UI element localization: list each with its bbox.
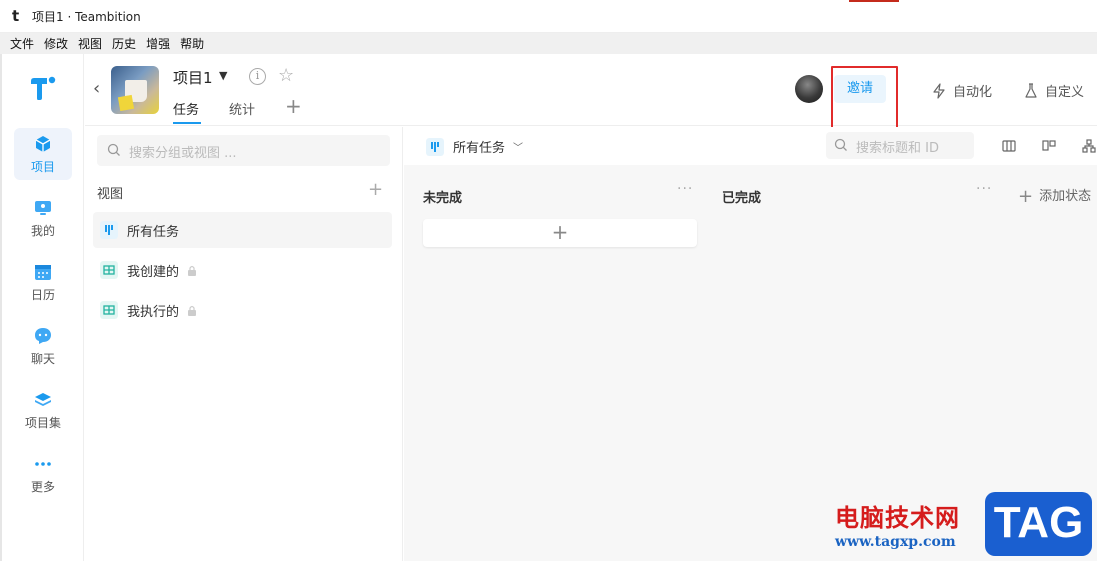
lightning-icon (933, 82, 945, 99)
calendar-icon (35, 264, 51, 280)
views-heading: 视图 (97, 187, 124, 202)
add-status-label: 添加状态 (1039, 189, 1092, 204)
view-label: 我创建的 (127, 264, 180, 280)
add-tab-plus-icon[interactable]: + (285, 94, 302, 118)
automation-button[interactable]: 自动化 (931, 81, 992, 100)
menu-help[interactable]: 帮助 (180, 35, 204, 52)
column-title: 已完成 (722, 191, 762, 206)
view-label: 所有任务 (127, 224, 180, 240)
watermark-text: 电脑技术网 (835, 504, 960, 532)
monitor-icon (35, 200, 51, 215)
layout-icon[interactable] (1041, 138, 1057, 154)
chevron-down-icon: ﹀ (513, 143, 524, 154)
chat-icon (35, 327, 51, 344)
back-chevron-icon[interactable]: ‹ (93, 78, 100, 99)
task-search-placeholder: 搜索标题和 ID (856, 141, 939, 156)
project-cover-image[interactable] (111, 66, 159, 114)
menu-enhance[interactable]: 增强 (146, 35, 170, 52)
lock-icon (188, 265, 197, 276)
rail-item-label: 项目集 (24, 415, 61, 430)
board-view-icon (100, 221, 118, 239)
search-icon (107, 143, 120, 156)
views-sidepanel: 搜索分组或视图 ... 视图 + 所有任务 我创建的 我执行的 (85, 127, 403, 561)
watermark: 电脑技术网 www.tagxp.com TAG (835, 490, 1097, 561)
rail-item-chat[interactable]: 聊天 (14, 320, 72, 372)
window-titlebar: t 项目1 · Teambition (0, 0, 1097, 33)
rail-item-calendar[interactable]: 日历 (14, 256, 72, 308)
plus-icon: + (1018, 186, 1034, 207)
rail-item-label: 项目 (30, 159, 55, 174)
current-view-selector[interactable]: 所有任务 ﹀ (426, 137, 523, 156)
window-title: 项目1 · Teambition (32, 9, 141, 24)
rail-item-more[interactable]: 更多 (14, 448, 72, 500)
avatar[interactable] (795, 75, 823, 103)
layers-icon (35, 392, 51, 406)
rail-item-portfolio[interactable]: 项目集 (14, 384, 72, 436)
rail-item-mine[interactable]: 我的 (14, 192, 72, 244)
search-icon (834, 138, 847, 151)
board-toolbar: 所有任务 ﹀ 搜索标题和 ID (404, 127, 1097, 165)
cube-icon (35, 135, 51, 152)
view-label: 我执行的 (127, 304, 180, 320)
watermark-url: www.tagxp.com (835, 534, 956, 550)
automation-label: 自动化 (953, 85, 993, 100)
view-item-created-by-me[interactable]: 我创建的 (93, 252, 392, 288)
hierarchy-icon[interactable] (1081, 138, 1097, 154)
customize-label: 自定义 (1045, 85, 1085, 100)
view-item-all-tasks[interactable]: 所有任务 (93, 212, 392, 248)
add-view-plus-icon[interactable]: + (368, 179, 383, 200)
more-dots-icon (35, 461, 51, 466)
rail-item-label: 聊天 (30, 351, 55, 366)
project-header: ‹ 项目1 ▼ i ☆ 任务 统计 + 邀请 自动化 自定义 (85, 54, 1097, 136)
caret-down-icon[interactable]: ▼ (219, 69, 227, 82)
info-icon[interactable]: i (249, 68, 266, 85)
app-logo-letter: t (12, 7, 20, 25)
star-icon[interactable]: ☆ (278, 65, 294, 86)
menu-history[interactable]: 历史 (112, 35, 136, 52)
teambition-logo-icon[interactable] (28, 74, 56, 102)
rail-item-projects[interactable]: 项目 (14, 128, 72, 180)
rail-item-label: 我的 (30, 223, 55, 238)
table-view-icon (100, 261, 118, 279)
menu-edit[interactable]: 修改 (44, 35, 68, 52)
board-view-icon (426, 137, 444, 156)
lock-icon (188, 305, 197, 316)
tab-stats[interactable]: 统计 (229, 99, 255, 118)
left-nav-rail: 项目 我的 日历 聊天 项目集 更多 (0, 54, 84, 561)
project-name[interactable]: 项目1 (173, 67, 213, 88)
table-view-icon (100, 301, 118, 319)
customize-button[interactable]: 自定义 (1023, 81, 1084, 100)
task-search-input[interactable]: 搜索标题和 ID (826, 132, 974, 159)
rail-item-label: 日历 (30, 287, 55, 302)
annotation-highlight-box (831, 66, 898, 136)
active-tab-indicator (173, 122, 201, 124)
view-search-input[interactable]: 搜索分组或视图 ... (97, 135, 390, 166)
rail-item-label: 更多 (30, 479, 55, 494)
add-status-button[interactable]: + 添加状态 (1018, 185, 1091, 207)
current-view-label: 所有任务 (453, 141, 506, 156)
menu-file[interactable]: 文件 (10, 35, 34, 52)
tab-tasks[interactable]: 任务 (173, 99, 199, 118)
menubar: 文件 修改 视图 历史 增强 帮助 (0, 33, 1097, 54)
rail-divider (0, 54, 2, 561)
more-dots-icon[interactable]: ··· (677, 181, 693, 197)
flask-icon (1025, 82, 1037, 98)
add-task-button[interactable]: + (423, 219, 697, 247)
window-close-edge[interactable] (849, 0, 899, 2)
cover-note-shape (117, 94, 135, 112)
columns-icon[interactable] (1001, 138, 1017, 154)
menu-view[interactable]: 视图 (78, 35, 102, 52)
more-dots-icon[interactable]: ··· (976, 181, 992, 197)
column-title: 未完成 (423, 191, 463, 206)
watermark-tag-logo: TAG (985, 492, 1092, 556)
search-placeholder: 搜索分组或视图 ... (129, 146, 237, 161)
view-item-assigned-to-me[interactable]: 我执行的 (93, 292, 392, 328)
